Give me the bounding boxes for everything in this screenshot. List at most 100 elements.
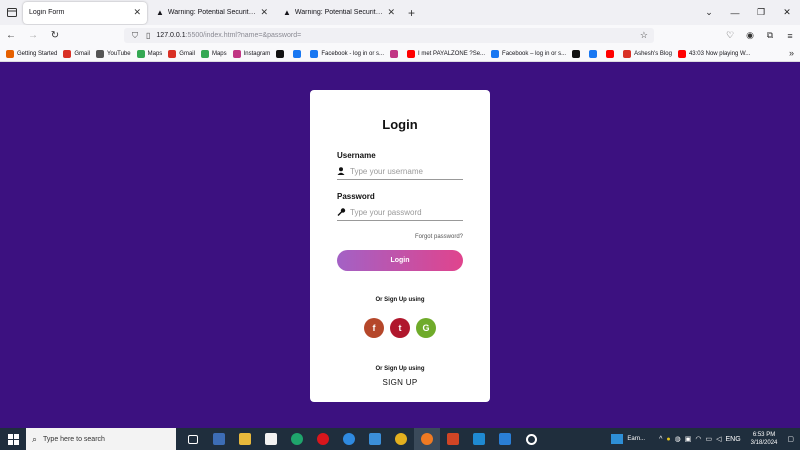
bookmark-item[interactable]: [390, 49, 401, 58]
bookmark-item[interactable]: Facebook – log in or s...: [491, 49, 566, 58]
opera-icon[interactable]: [310, 428, 336, 450]
bookmark-item[interactable]: Maps: [136, 49, 162, 58]
firefox-icon[interactable]: [414, 428, 440, 450]
vscode-icon[interactable]: [466, 428, 492, 450]
tab-title: Warning: Potential Security Risk Ahead: [167, 9, 257, 16]
url-bar[interactable]: ⛉ ▯ 127.0.0.1 :5500/index.html?name=&pas…: [124, 28, 654, 43]
chevron-up-icon[interactable]: ^: [659, 436, 662, 443]
chevron-down-icon[interactable]: ⌄: [696, 7, 722, 18]
battery-icon[interactable]: ▭: [705, 435, 712, 443]
taskbar-search[interactable]: ⌕ Type here to search: [26, 428, 176, 450]
edge-icon[interactable]: [284, 428, 310, 450]
reload-button[interactable]: ↻: [44, 30, 66, 41]
bookmark-star-icon[interactable]: ☆: [640, 30, 648, 41]
language-indicator[interactable]: ENG: [726, 436, 741, 443]
bookmark-label: YouTube: [107, 50, 131, 57]
weather-widget[interactable]: Earn...: [611, 434, 645, 444]
bookmark-favicon-icon: [276, 49, 285, 58]
login-button[interactable]: Login: [337, 250, 463, 271]
google-icon[interactable]: G: [416, 318, 436, 338]
chevron-right-icon[interactable]: »: [789, 48, 794, 58]
tab-login-form[interactable]: Login Form ✕: [23, 1, 147, 24]
bookmark-item[interactable]: Gmail: [63, 49, 91, 58]
bookmark-favicon-icon: [168, 49, 177, 58]
facebook-icon[interactable]: f: [364, 318, 384, 338]
edge-blue-icon[interactable]: [336, 428, 362, 450]
close-icon[interactable]: ✕: [133, 7, 141, 18]
or-signup-text: Or Sign Up using: [375, 297, 425, 303]
restore-button[interactable]: ❐: [748, 7, 774, 18]
minimize-button[interactable]: —: [722, 8, 748, 18]
news-app-icon[interactable]: [206, 428, 232, 450]
bookmark-item[interactable]: Maps: [200, 49, 227, 58]
close-icon[interactable]: ✕: [260, 7, 268, 18]
back-button[interactable]: ←: [0, 30, 22, 41]
key-icon: [337, 207, 347, 218]
windows-start-icon[interactable]: [0, 428, 26, 450]
new-tab-button[interactable]: +: [408, 6, 415, 20]
bookmark-item[interactable]: [606, 49, 617, 58]
circle-app-icon[interactable]: [518, 428, 544, 450]
bookmark-item[interactable]: YouTube: [96, 49, 131, 58]
wifi-icon[interactable]: ◠: [695, 435, 701, 443]
bookmark-item[interactable]: [572, 49, 583, 58]
window-controls: ⌄ — ❐ ✕: [696, 0, 800, 25]
tray-ext-icon[interactable]: ▣: [685, 435, 692, 443]
bookmark-item[interactable]: [293, 49, 304, 58]
tray-app-icon[interactable]: ●: [666, 436, 670, 443]
pocket-icon[interactable]: ♡: [720, 30, 740, 41]
powerpoint-icon[interactable]: [440, 428, 466, 450]
bookmark-label: Gmail: [74, 50, 91, 57]
bookmark-item[interactable]: Instagram: [232, 49, 270, 58]
close-window-button[interactable]: ✕: [774, 7, 800, 18]
url-host: 127.0.0.1: [156, 32, 186, 39]
password-input[interactable]: [350, 208, 458, 217]
menu-icon[interactable]: ≡: [780, 31, 800, 41]
tab-strip: Login Form ✕ ▲ Warning: Potential Securi…: [0, 0, 800, 25]
bookmarks-bar: Getting Started Gmail YouTube Maps Gmail Maps…: [0, 46, 800, 62]
tab-list-icon[interactable]: [1, 2, 23, 24]
bookmark-favicon-icon: [606, 49, 615, 58]
clock-time: 6:53 PM: [752, 432, 776, 438]
tab-title: Warning: Potential Security Risk Ahead: [294, 9, 384, 16]
meet-icon[interactable]: ◍: [675, 435, 681, 443]
chrome-icon[interactable]: [388, 428, 414, 450]
file-explorer-icon[interactable]: [232, 428, 258, 450]
signup-link[interactable]: SIGN UP: [310, 378, 490, 387]
bookmark-favicon-icon: [407, 49, 416, 58]
username-input[interactable]: [350, 167, 458, 176]
tab-warning-2[interactable]: ▲ Warning: Potential Security Risk Ahead…: [277, 2, 401, 24]
bookmark-favicon-icon: [136, 49, 145, 58]
bookmark-label: Getting Started: [17, 50, 58, 57]
tab-warning-1[interactable]: ▲ Warning: Potential Security Risk Ahead…: [150, 2, 274, 24]
shield-icon[interactable]: ⛉: [132, 31, 138, 41]
notification-icon[interactable]: ▢: [787, 435, 794, 443]
bookmark-item[interactable]: Facebook - log in or s...: [310, 49, 384, 58]
bookmark-favicon-icon: [63, 49, 72, 58]
extensions-icon[interactable]: ⧉: [760, 30, 780, 41]
task-view-icon[interactable]: [180, 428, 206, 450]
bookmark-favicon-icon: [232, 49, 241, 58]
close-icon[interactable]: ✕: [387, 7, 395, 18]
store-icon[interactable]: [258, 428, 284, 450]
bookmark-item[interactable]: I met PAYALZONE ?Se...: [407, 49, 485, 58]
bookmark-item[interactable]: [589, 49, 600, 58]
bookmark-item[interactable]: 43:03 Now playing W...: [677, 49, 750, 58]
system-tray: Earn... ^ ● ◍ ▣ ◠ ▭ ◁ ENG 6:53 PM 3/18/2…: [611, 428, 800, 450]
bookmark-item[interactable]: Getting Started: [6, 49, 58, 58]
clock[interactable]: 6:53 PM 3/18/2024: [751, 431, 778, 447]
bookmark-item[interactable]: [276, 49, 287, 58]
forgot-password-link[interactable]: Forgot password?: [337, 234, 463, 240]
account-icon[interactable]: ◉: [740, 30, 760, 41]
user-icon: [337, 166, 347, 177]
bookmark-item[interactable]: Gmail: [168, 49, 195, 58]
volume-icon[interactable]: ◁: [716, 435, 721, 443]
page-title: Login: [382, 117, 418, 132]
devtool-icon[interactable]: [492, 428, 518, 450]
twitter-icon[interactable]: t: [390, 318, 410, 338]
search-icon: ⌕: [32, 433, 38, 444]
forward-button[interactable]: →: [22, 30, 44, 41]
mail-icon[interactable]: [362, 428, 388, 450]
bookmark-item[interactable]: Ashesh's Blog: [623, 49, 672, 58]
bookmark-favicon-icon: [293, 49, 302, 58]
